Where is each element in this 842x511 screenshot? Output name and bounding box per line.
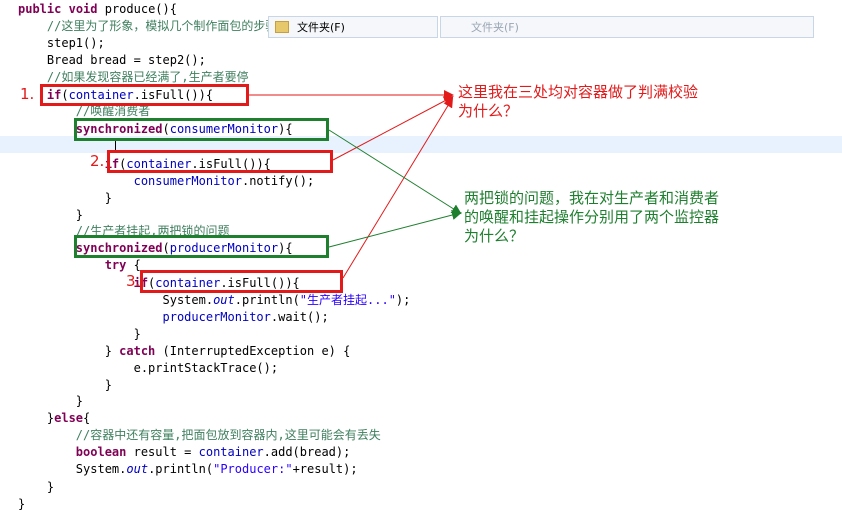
code-token: .println(	[234, 293, 300, 307]
arrow-red-3	[342, 97, 454, 279]
code-line: }else{	[18, 411, 90, 425]
code-token: }	[18, 480, 55, 494]
code-token: else	[54, 411, 84, 425]
marker-2: 2.	[90, 152, 105, 170]
code-token: {	[83, 411, 91, 425]
code-line: boolean result = container.add(bread);	[18, 445, 351, 459]
code-token: boolean	[75, 445, 127, 459]
highlight-box-1	[40, 84, 249, 106]
code-token: out	[126, 462, 149, 476]
code-line: producerMonitor.wait();	[18, 310, 329, 324]
code-line: }	[18, 497, 25, 511]
code-token: .println(	[148, 462, 214, 476]
code-line: System.out.println("生产者挂起...");	[18, 293, 410, 307]
arrow-green-2	[328, 210, 462, 248]
code-line: System.out.println("Producer:"+result);	[18, 462, 358, 476]
code-token: "生产者挂起..."	[299, 293, 396, 307]
code-token: }	[18, 411, 55, 425]
code-line: consumerMonitor.notify();	[18, 174, 315, 188]
code-token: {	[126, 258, 141, 272]
code-line: }	[18, 394, 83, 408]
code-token: }	[18, 497, 26, 511]
code-token: );	[395, 293, 411, 307]
code-line: //唤醒消费者	[18, 104, 150, 118]
menu-item-folder-label: 文件夹(F)	[297, 21, 345, 34]
code-token: //容器中还有容量,把面包放到容器内,这里可能会有丢失	[18, 428, 381, 442]
code-line: }	[18, 378, 112, 392]
code-line: }	[18, 191, 112, 205]
code-token: //这里为了形象，模拟几个制作面包的步骤	[18, 19, 278, 33]
menu-popup-folder-ghost[interactable]: 文件夹(F)	[440, 16, 814, 38]
code-line: }	[18, 327, 141, 341]
code-token: catch	[119, 344, 156, 358]
code-line: try {	[18, 258, 141, 272]
code-token: step1();	[18, 36, 105, 50]
code-line: }	[18, 480, 54, 494]
menu-popup-folder[interactable]: 文件夹(F)	[268, 16, 438, 38]
code-line: //这里为了形象，模拟几个制作面包的步骤	[18, 19, 277, 33]
code-token: }	[18, 344, 120, 358]
highlight-box-consumer-lock	[74, 118, 329, 141]
code-token: }	[18, 378, 112, 392]
marker-3: 3.	[126, 272, 141, 290]
code-token: public void produce(){	[18, 2, 177, 16]
code-token: out	[213, 293, 235, 307]
folder-icon	[275, 21, 289, 33]
code-token: }	[18, 208, 84, 222]
code-token: System.	[18, 462, 127, 476]
code-token: "Producer:"	[213, 462, 293, 476]
code-line: //如果发现容器已经满了,生产者要停	[18, 70, 249, 84]
code-token: .wait();	[270, 310, 329, 324]
code-token: try	[104, 258, 127, 272]
code-token: }	[18, 191, 112, 205]
code-token: //如果发现容器已经满了,生产者要停	[18, 70, 249, 84]
code-token: .add(bread);	[263, 445, 351, 459]
code-line: } catch (InterruptedException e) {	[18, 344, 351, 358]
code-token: .notify();	[241, 174, 315, 188]
code-token: (InterruptedException e) {	[155, 344, 351, 358]
highlight-box-producer-lock	[74, 235, 329, 258]
note-red: 这里我在三处均对容器做了判满校验 为什么？	[458, 83, 699, 120]
code-token: container	[198, 445, 264, 459]
code-token: //唤醒消费者	[18, 104, 151, 118]
code-line: //容器中还有容量,把面包放到容器内,这里可能会有丢失	[18, 428, 381, 442]
highlight-box-2	[107, 150, 333, 173]
code-token: e.printStackTrace();	[18, 361, 279, 375]
code-token: +result);	[292, 462, 358, 476]
code-line: step1();	[18, 36, 105, 50]
code-token: }	[18, 394, 84, 408]
menu-item-folder-ghost-label: 文件夹(F)	[471, 21, 519, 34]
highlight-box-3	[140, 270, 343, 293]
code-line: Bread bread = step2();	[18, 53, 206, 67]
code-line: }	[18, 208, 83, 222]
code-token: Bread bread = step2();	[18, 53, 206, 67]
code-token: result =	[126, 445, 199, 459]
code-line: public void produce(){	[18, 2, 177, 16]
note-green: 两把锁的问题，我在对生产者和消费者 的唤醒和挂起操作分别用了两个监控器 为什么？	[464, 189, 720, 245]
marker-1: 1.	[20, 85, 35, 103]
code-token: consumerMonitor	[133, 174, 242, 188]
code-token: System.	[18, 293, 214, 307]
code-token: }	[18, 327, 141, 341]
code-token: producerMonitor	[162, 310, 271, 324]
code-line: e.printStackTrace();	[18, 361, 279, 375]
